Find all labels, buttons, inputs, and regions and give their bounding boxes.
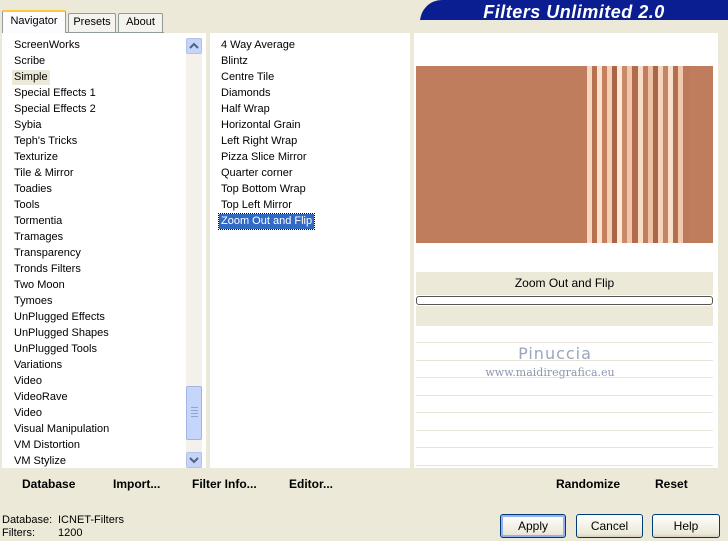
parameter-row [416, 379, 713, 396]
parameter-row [416, 449, 713, 466]
filter-info-button[interactable]: Filter Info... [192, 476, 257, 492]
editor-button[interactable]: Editor... [289, 476, 333, 492]
category-item[interactable]: Visual Manipulation [12, 422, 111, 437]
progress-spacer [416, 306, 713, 326]
category-item[interactable]: Tormentia [12, 214, 64, 229]
database-label: Database: [2, 514, 53, 526]
category-item[interactable]: Simple [12, 70, 50, 85]
category-item[interactable]: Toadies [12, 182, 54, 197]
category-item[interactable]: Tronds Filters [12, 262, 83, 277]
parameter-row [416, 432, 713, 448]
preview-stripes [587, 66, 689, 243]
category-item[interactable]: ScreenWorks [12, 38, 82, 53]
import-button[interactable]: Import... [113, 476, 160, 492]
filter-item[interactable]: Horizontal Grain [219, 118, 302, 133]
progress-bar [416, 296, 713, 305]
tab-presets[interactable]: Presets [68, 13, 116, 32]
category-item[interactable]: Variations [12, 358, 64, 373]
category-panel: ScreenWorks Scribe Simple Special Effects 1… [2, 33, 206, 470]
category-item[interactable]: Tools [12, 198, 42, 213]
category-item[interactable]: Teph's Tricks [12, 134, 79, 149]
category-item[interactable]: Special Effects 1 [12, 86, 98, 101]
category-item[interactable]: VM Stylize [12, 454, 68, 469]
reset-button[interactable]: Reset [655, 476, 688, 492]
randomize-button[interactable]: Randomize [556, 476, 620, 492]
cancel-button[interactable]: Cancel [576, 514, 643, 538]
app-title: Filters Unlimited 2.0 [483, 2, 665, 22]
category-item[interactable]: Tile & Mirror [12, 166, 75, 181]
filters-count: 1200 [58, 527, 83, 539]
filter-item[interactable]: Diamonds [219, 86, 273, 101]
watermark-name: Pinuccia [518, 344, 592, 363]
preview-stripe [682, 66, 689, 243]
database-value: ICNET-Filters [58, 514, 124, 526]
category-item[interactable]: Transparency [12, 246, 83, 261]
current-filter-name: Zoom Out and Flip [416, 272, 713, 295]
category-item[interactable]: Tymoes [12, 294, 55, 309]
help-button[interactable]: Help [652, 514, 720, 538]
category-item[interactable]: Texturize [12, 150, 60, 165]
tab-about[interactable]: About [118, 13, 163, 32]
scroll-thumb[interactable] [186, 386, 202, 440]
filter-item[interactable]: Blintz [219, 54, 250, 69]
filter-item[interactable]: Quarter corner [219, 166, 295, 181]
category-item[interactable]: UnPlugged Shapes [12, 326, 111, 341]
parameter-row [416, 397, 713, 413]
filter-panel: 4 Way Average Blintz Centre Tile Diamonds Ha… [210, 33, 410, 470]
category-item[interactable]: VideoRave [12, 390, 70, 405]
category-item[interactable]: Video [12, 406, 44, 421]
apply-button[interactable]: Apply [500, 514, 566, 538]
tab-navigator[interactable]: Navigator [2, 10, 66, 33]
filter-item[interactable]: Half Wrap [219, 102, 272, 117]
category-item[interactable]: Special Effects 2 [12, 102, 98, 117]
filters-label: Filters: [2, 527, 35, 539]
category-item[interactable]: Sybia [12, 118, 44, 133]
category-item[interactable]: Tramages [12, 230, 65, 245]
category-scrollbar[interactable] [186, 38, 202, 468]
chevron-down-icon[interactable] [186, 452, 202, 468]
filter-item[interactable]: Zoom Out and Flip [217, 213, 316, 230]
chevron-up-icon[interactable] [186, 38, 202, 54]
parameter-row [416, 414, 713, 431]
parameter-row [416, 327, 713, 343]
filter-item[interactable]: Top Bottom Wrap [219, 182, 308, 197]
filter-item[interactable]: Top Left Mirror [219, 198, 294, 213]
category-item[interactable]: Video [12, 374, 44, 389]
filter-item[interactable]: Centre Tile [219, 70, 276, 85]
category-item[interactable]: VM Distortion [12, 438, 82, 453]
filter-item[interactable]: 4 Way Average [219, 38, 297, 53]
category-item[interactable]: UnPlugged Tools [12, 342, 99, 357]
category-item[interactable]: UnPlugged Effects [12, 310, 107, 325]
filter-item[interactable]: Left Right Wrap [219, 134, 299, 149]
database-button[interactable]: Database [22, 476, 75, 492]
category-item[interactable]: Scribe [12, 54, 47, 69]
filter-item[interactable]: Pizza Slice Mirror [219, 150, 309, 165]
category-item[interactable]: Two Moon [12, 278, 67, 293]
watermark-url: www.maidiregrafica.eu [485, 366, 615, 379]
